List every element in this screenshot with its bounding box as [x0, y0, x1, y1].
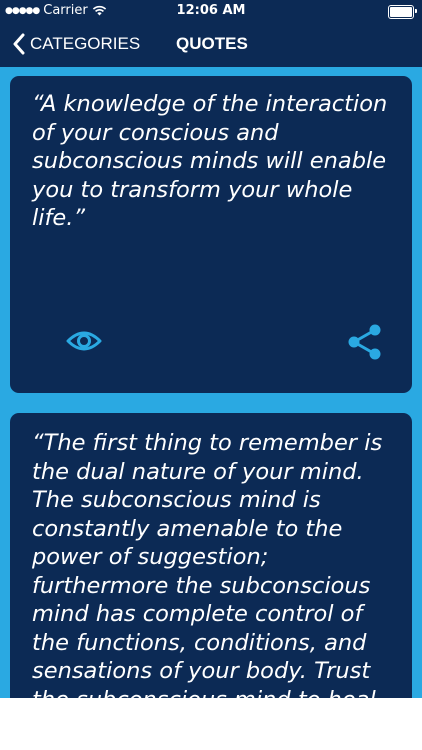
quote-text: “A knowledge of the interaction of your … — [32, 91, 388, 231]
battery-icon — [388, 5, 417, 19]
back-label: CATEGORIES — [30, 34, 141, 53]
back-button[interactable]: CATEGORIES — [12, 28, 140, 60]
quote-card: “A knowledge of the interaction of your … — [10, 76, 412, 393]
quote-card: “The first thing to remember is the dual… — [10, 413, 412, 698]
chevron-left-icon — [13, 33, 25, 55]
quote-text: “The first thing to remember is the dual… — [32, 430, 383, 698]
nav-bar: CATEGORIES QUOTES — [0, 28, 422, 60]
page-title: QUOTES — [176, 34, 248, 53]
view-button[interactable] — [66, 328, 102, 354]
app-screen: ●●●●● Carrier 12:06 AM CATEGORIES QUOTES… — [0, 0, 422, 698]
share-icon — [348, 324, 381, 360]
share-button[interactable] — [346, 323, 382, 361]
status-bar: ●●●●● Carrier 12:06 AM — [0, 0, 422, 22]
status-time: 12:06 AM — [176, 3, 246, 18]
eye-icon — [66, 331, 102, 351]
top-bar: ●●●●● Carrier 12:06 AM CATEGORIES QUOTES — [0, 0, 422, 67]
